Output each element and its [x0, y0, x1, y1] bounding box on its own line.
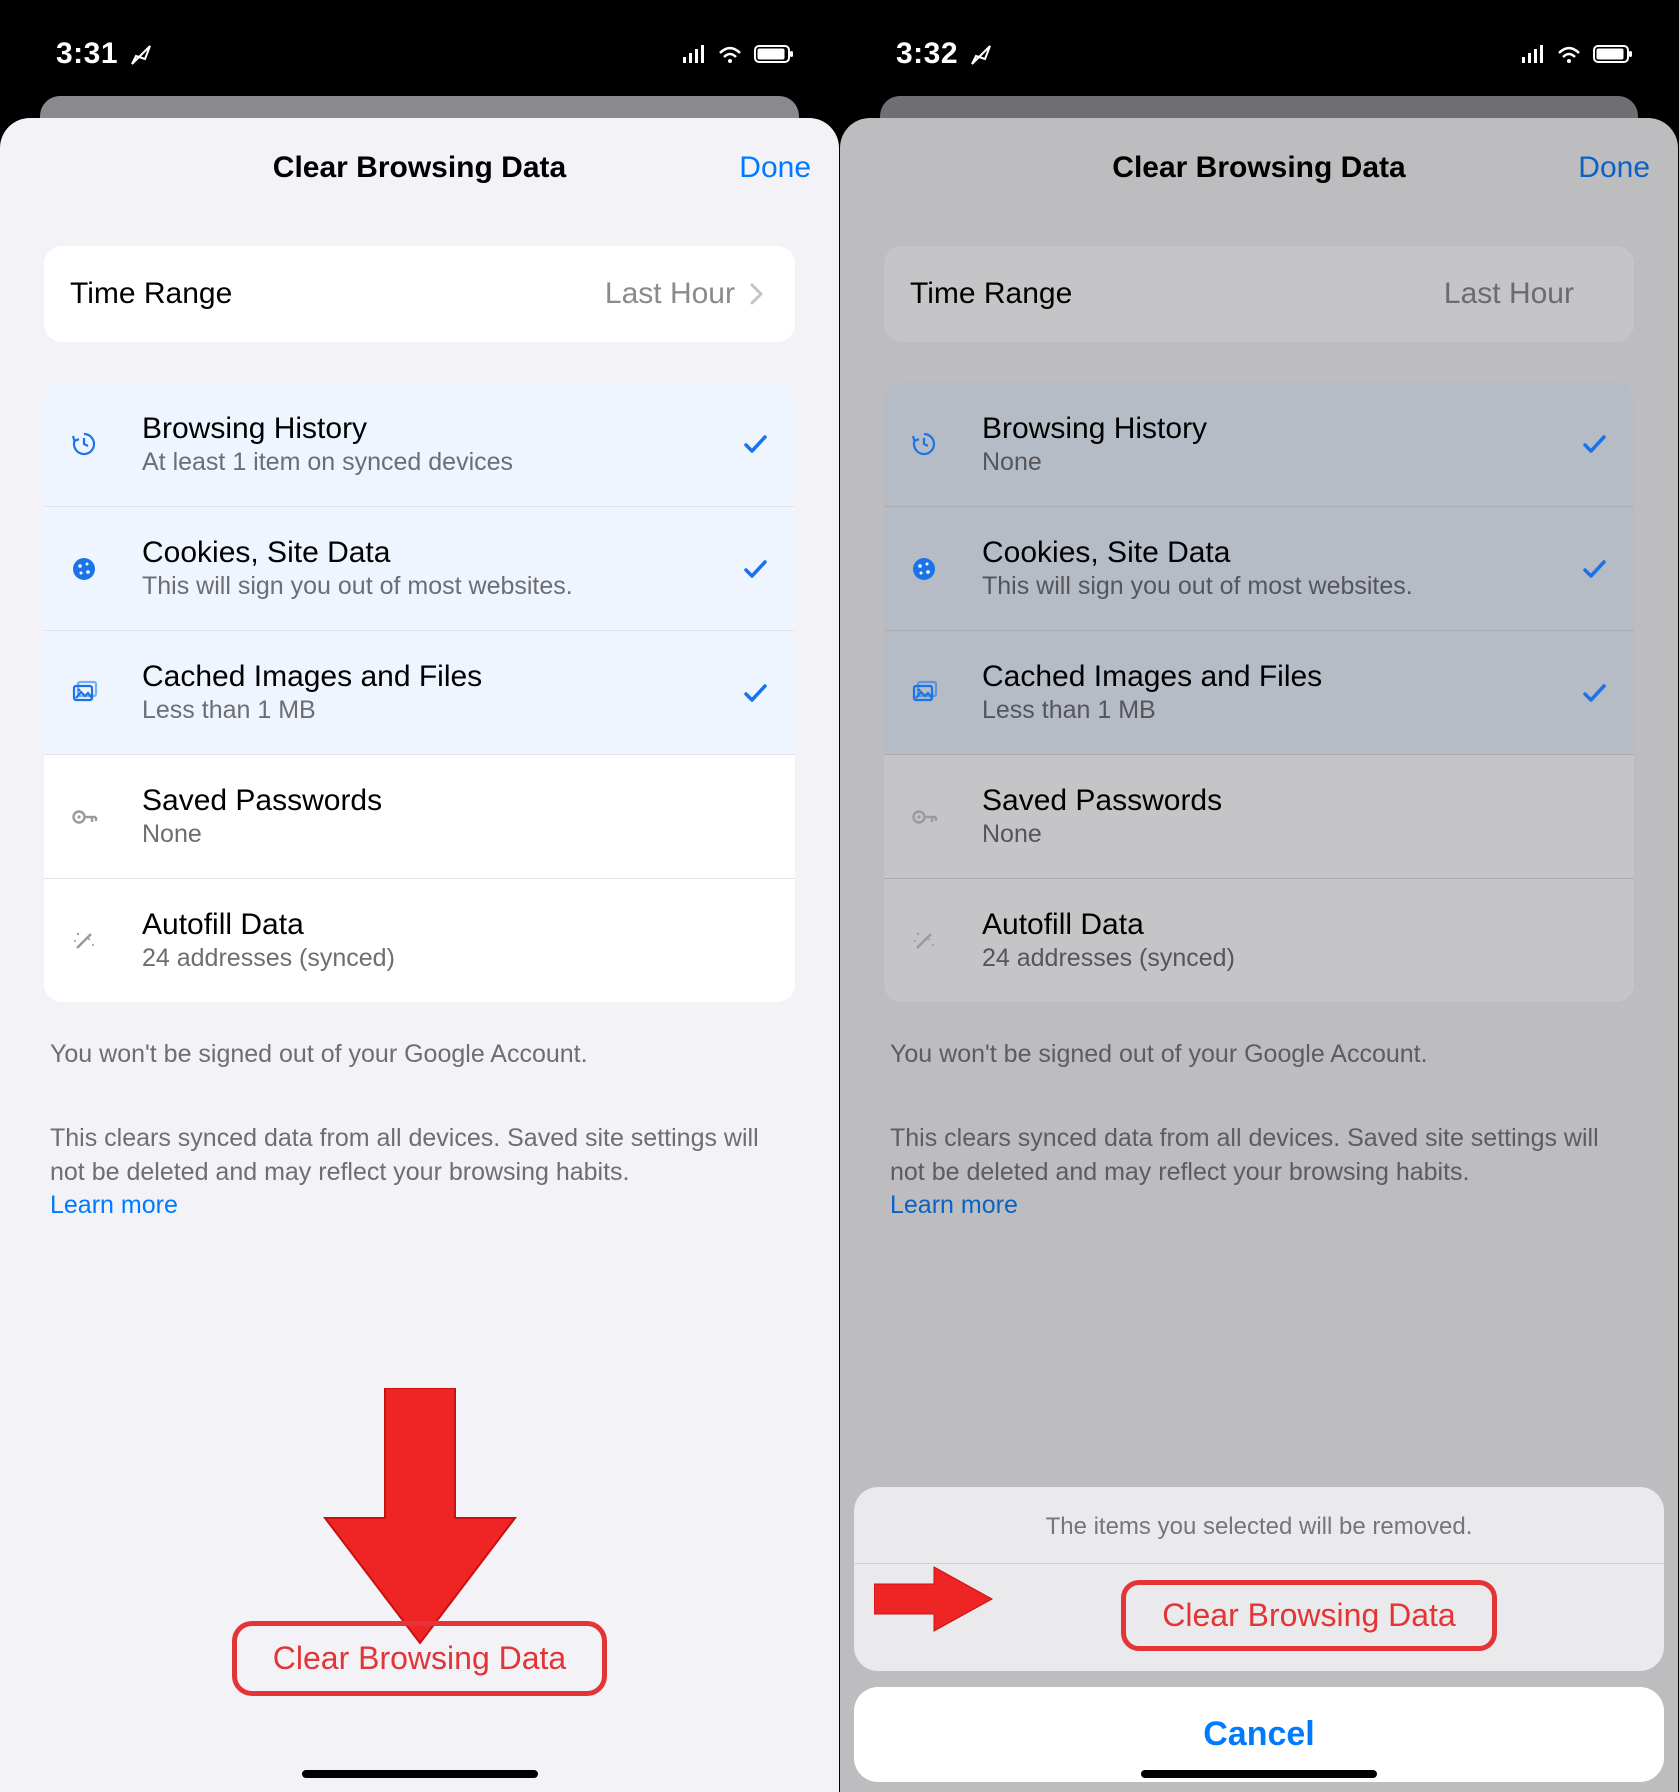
chevron-right-icon — [743, 281, 769, 307]
item-passwords[interactable]: Saved Passwords None — [44, 754, 795, 878]
item-cookies[interactable]: Cookies, Site Data This will sign you ou… — [884, 506, 1634, 630]
item-subtitle: This will sign you out of most websites. — [982, 572, 1556, 601]
item-title: Autofill Data — [982, 908, 1556, 942]
item-subtitle: 24 addresses (synced) — [142, 944, 717, 973]
item-title: Cookies, Site Data — [142, 536, 717, 570]
clear-browsing-data-button[interactable]: Clear Browsing Data — [232, 1621, 607, 1696]
item-subtitle: Less than 1 MB — [982, 696, 1556, 725]
nav-bar: Clear Browsing Data Done — [0, 118, 839, 218]
check-icon — [1556, 557, 1608, 581]
item-cookies[interactable]: Cookies, Site Data This will sign you ou… — [44, 506, 795, 630]
image-icon — [70, 679, 142, 707]
item-subtitle: Less than 1 MB — [142, 696, 717, 725]
time-range-row[interactable]: Time Range Last Hour — [44, 246, 795, 342]
item-cached[interactable]: Cached Images and Files Less than 1 MB — [884, 630, 1634, 754]
item-title: Saved Passwords — [982, 784, 1556, 818]
check-icon — [1556, 432, 1608, 456]
wifi-icon — [1556, 43, 1582, 65]
nav-bar: Clear Browsing Data Done — [840, 118, 1678, 218]
settings-sheet: Clear Browsing Data Done Time Range Last… — [0, 118, 839, 1792]
item-autofill[interactable]: Autofill Data 24 addresses (synced) — [884, 878, 1634, 1002]
item-autofill[interactable]: Autofill Data 24 addresses (synced) — [44, 878, 795, 1002]
footnote-sync: This clears synced data from all devices… — [50, 1122, 789, 1223]
item-subtitle: None — [142, 820, 717, 849]
wand-icon — [910, 927, 982, 955]
time-range-value: Last Hour — [1444, 277, 1574, 311]
wifi-icon — [717, 43, 743, 65]
item-browsing-history[interactable]: Browsing History At least 1 item on sync… — [44, 382, 795, 506]
chevron-right-icon — [1582, 281, 1608, 307]
data-items-group: Browsing History None Cookies, Site Data… — [884, 382, 1634, 1002]
item-subtitle: This will sign you out of most websites. — [142, 572, 717, 601]
item-cached[interactable]: Cached Images and Files Less than 1 MB — [44, 630, 795, 754]
cancel-button[interactable]: Cancel — [854, 1687, 1664, 1782]
confirm-clear-button[interactable]: Clear Browsing Data — [1121, 1580, 1496, 1651]
check-icon — [717, 432, 769, 456]
footnote-sync: This clears synced data from all devices… — [890, 1122, 1628, 1223]
item-title: Browsing History — [142, 412, 717, 446]
annotation-arrow-right — [874, 1564, 994, 1634]
item-browsing-history[interactable]: Browsing History None — [884, 382, 1634, 506]
time-range-row[interactable]: Time Range Last Hour — [884, 246, 1634, 342]
status-bar: 3:31 — [0, 0, 839, 108]
check-icon — [1556, 681, 1608, 705]
image-icon — [910, 679, 982, 707]
item-subtitle: None — [982, 448, 1556, 477]
footnote-signout: You won't be signed out of your Google A… — [890, 1038, 1628, 1072]
wand-icon — [70, 927, 142, 955]
page-title: Clear Browsing Data — [273, 151, 566, 185]
key-icon — [910, 803, 982, 831]
location-icon — [128, 42, 152, 66]
location-icon — [968, 42, 992, 66]
item-subtitle: None — [982, 820, 1556, 849]
signal-icon — [681, 43, 707, 65]
time-range-label: Time Range — [70, 277, 232, 311]
action-sheet-message: The items you selected will be removed. — [854, 1487, 1664, 1564]
time-range-group: Time Range Last Hour — [44, 246, 795, 342]
done-button[interactable]: Done — [1578, 118, 1650, 218]
learn-more-link[interactable]: Learn more — [890, 1191, 1018, 1219]
item-title: Browsing History — [982, 412, 1556, 446]
check-icon — [717, 557, 769, 581]
time-range-label: Time Range — [910, 277, 1072, 311]
action-sheet: The items you selected will be removed. … — [854, 1487, 1664, 1782]
item-subtitle: At least 1 item on synced devices — [142, 448, 717, 477]
data-items-group: Browsing History At least 1 item on sync… — [44, 382, 795, 1002]
cookie-icon — [910, 555, 982, 583]
signal-icon — [1520, 43, 1546, 65]
learn-more-link[interactable]: Learn more — [50, 1191, 178, 1219]
item-title: Saved Passwords — [142, 784, 717, 818]
home-indicator[interactable] — [1141, 1770, 1377, 1778]
key-icon — [70, 803, 142, 831]
annotation-arrow-down — [320, 1388, 520, 1648]
page-title: Clear Browsing Data — [1112, 151, 1405, 185]
item-title: Cached Images and Files — [142, 660, 717, 694]
item-title: Cookies, Site Data — [982, 536, 1556, 570]
item-title: Cached Images and Files — [982, 660, 1556, 694]
time-range-group: Time Range Last Hour — [884, 246, 1634, 342]
cookie-icon — [70, 555, 142, 583]
footnote-signout: You won't be signed out of your Google A… — [50, 1038, 789, 1072]
item-passwords[interactable]: Saved Passwords None — [884, 754, 1634, 878]
item-title: Autofill Data — [142, 908, 717, 942]
check-icon — [717, 681, 769, 705]
settings-sheet: Clear Browsing Data Done Time Range Last… — [840, 118, 1678, 1792]
time-range-value: Last Hour — [605, 277, 735, 311]
battery-icon — [1592, 41, 1634, 67]
done-button[interactable]: Done — [739, 118, 811, 218]
status-time: 3:31 — [56, 37, 118, 71]
item-subtitle: 24 addresses (synced) — [982, 944, 1556, 973]
status-bar: 3:32 — [840, 0, 1678, 108]
status-time: 3:32 — [896, 37, 958, 71]
history-icon — [910, 430, 982, 458]
home-indicator[interactable] — [302, 1770, 538, 1778]
battery-icon — [753, 41, 795, 67]
history-icon — [70, 430, 142, 458]
